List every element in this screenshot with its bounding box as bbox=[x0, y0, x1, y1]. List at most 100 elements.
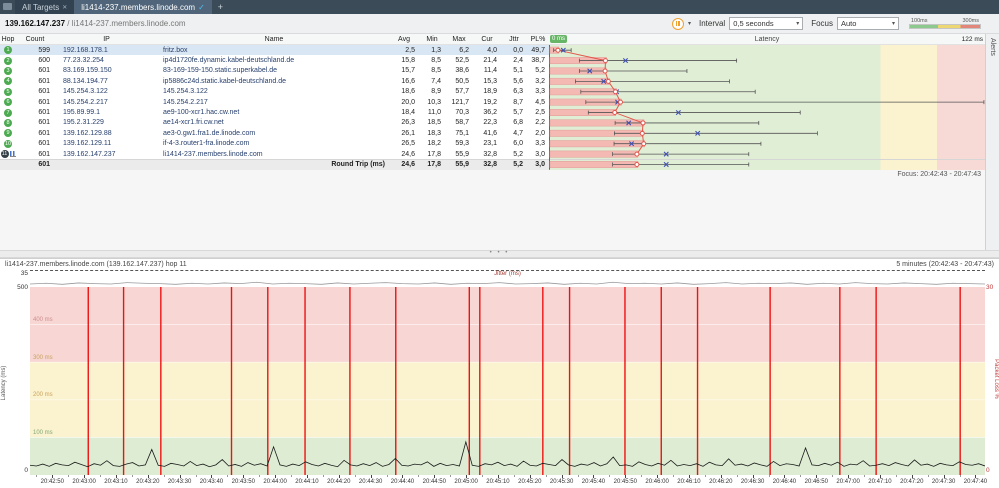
min-cell: 17,8 bbox=[427, 161, 441, 169]
hop-cell: 7 bbox=[0, 107, 16, 117]
latency-cell bbox=[549, 160, 985, 170]
time-tick bbox=[943, 474, 945, 479]
jitter-max-label: 35 bbox=[20, 269, 28, 277]
latency-cell bbox=[549, 107, 985, 118]
time-label: 20:47:10 bbox=[868, 478, 892, 485]
time-label: 20:42:50 bbox=[40, 478, 64, 485]
latency-max-label: 500 bbox=[17, 283, 28, 291]
min-cell: 10,3 bbox=[427, 98, 441, 106]
focus-select[interactable]: Auto ▾ bbox=[837, 17, 899, 30]
jttr-cell: 5,1 bbox=[513, 67, 523, 75]
time-tick bbox=[529, 474, 531, 479]
table-row[interactable]: 4 601 88.134.194.77 ip5886c24d.static.kabel… bbox=[0, 76, 985, 87]
col-header-hop[interactable]: Hop bbox=[0, 34, 16, 44]
table-row[interactable]: 10 601 139.162.129.11 if-4-3.router1-fra.li… bbox=[0, 138, 985, 149]
scale-gradient-bar bbox=[909, 24, 981, 29]
graph-indicator-icon bbox=[9, 151, 16, 158]
col-header-latency[interactable]: 0 ms Latency 122 ms bbox=[549, 34, 985, 44]
table-row[interactable]: 1 599 192.168.178.1 fritz.box 2,5 1,3 6,2 4,0 0,… bbox=[0, 45, 985, 56]
target-ip: 139.162.147.237 bbox=[5, 19, 66, 28]
col-header-max[interactable]: Max bbox=[445, 34, 473, 44]
ip-cell: 139.162.147.237 bbox=[63, 150, 116, 158]
minor-tick bbox=[100, 474, 102, 477]
timeline-range-label: 5 minutes (20:42:43 - 20:47:43) bbox=[896, 260, 994, 268]
minor-tick bbox=[577, 474, 579, 477]
minor-tick bbox=[131, 474, 133, 477]
table-row[interactable]: 7 601 195.89.99.1 ae9-100-xcr1.hac.cw.net 18… bbox=[0, 107, 985, 118]
latency-scale-widget[interactable]: 100ms 300ms bbox=[909, 18, 981, 29]
jttr-cell: 8,7 bbox=[513, 98, 523, 106]
time-label: 20:43:00 bbox=[72, 478, 96, 485]
jttr-cell: 5,7 bbox=[513, 109, 523, 117]
minor-tick bbox=[163, 474, 165, 477]
hop-badge: 8 bbox=[4, 118, 12, 127]
hop-badge: 1 bbox=[4, 46, 12, 55]
col-header-avg[interactable]: Avg bbox=[389, 34, 419, 44]
gridline-label: 200 ms bbox=[33, 392, 53, 399]
ip-cell: 83.169.159.150 bbox=[63, 67, 112, 75]
table-row[interactable]: 8 601 195.2.31.229 ae14-xcr1.fri.cw.net 26,3… bbox=[0, 117, 985, 129]
table-row[interactable]: 11 601 139.162.147.237 li1414-237.members.l… bbox=[0, 148, 985, 160]
alerts-tab[interactable]: Alerts bbox=[985, 34, 999, 250]
interval-select[interactable]: 0,5 seconds ▾ bbox=[729, 17, 804, 30]
col-header-ip[interactable]: IP bbox=[54, 34, 159, 44]
target-title: 139.162.147.237 / li1414-237.members.lin… bbox=[5, 19, 186, 28]
max-cell: 70,3 bbox=[455, 109, 469, 117]
time-tick bbox=[84, 474, 86, 479]
avg-cell: 26,1 bbox=[401, 129, 415, 137]
table-row[interactable]: 5 601 145.254.3.122 145.254.3.122 18,6 8,9 57,… bbox=[0, 86, 985, 97]
hop-cell: 4 bbox=[0, 76, 16, 86]
col-header-pl[interactable]: PL% bbox=[527, 34, 549, 44]
latency-axis-label: Latency (ms) bbox=[1, 365, 7, 401]
pl-cell: 3,2 bbox=[535, 77, 545, 85]
col-header-name[interactable]: Name bbox=[159, 34, 389, 44]
hop-rows: 1 599 192.168.178.1 fritz.box 2,5 1,3 6,2 4,0 0,… bbox=[0, 45, 985, 160]
count-cell: 599 bbox=[16, 45, 54, 56]
time-tick bbox=[720, 474, 722, 479]
minor-tick bbox=[227, 474, 229, 477]
pause-button[interactable] bbox=[671, 17, 684, 30]
tab-target[interactable]: li1414-237.members.linode.com ✓ bbox=[74, 0, 212, 14]
max-cell: 38,6 bbox=[455, 67, 469, 75]
count-cell: 601 bbox=[38, 150, 50, 158]
timeline-body: 35 500 0 Latency (ms) Jitter (ms) 400 ms… bbox=[0, 269, 999, 488]
name-cell: 83-169-159-150.static.superkabel.de bbox=[163, 67, 278, 75]
table-row[interactable]: 3 601 83.169.159.150 83-169-159-150.static.… bbox=[0, 65, 985, 77]
latency-cell bbox=[549, 86, 985, 97]
table-row[interactable]: 2 600 77.23.32.254 ip4d1720fe.dynamic.kabel… bbox=[0, 55, 985, 66]
close-tab-icon[interactable]: ✕ bbox=[62, 4, 67, 11]
col-header-cur[interactable]: Cur bbox=[473, 34, 501, 44]
ip-cell: 195.89.99.1 bbox=[63, 109, 100, 117]
min-cell: 7,4 bbox=[431, 77, 441, 85]
avg-cell: 26,3 bbox=[401, 119, 415, 127]
time-tick bbox=[179, 474, 181, 479]
pl-cell: 2,0 bbox=[535, 129, 545, 137]
minor-tick bbox=[832, 474, 834, 477]
cur-cell: 15,3 bbox=[483, 77, 497, 85]
time-tick bbox=[561, 474, 563, 479]
time-label: 20:43:10 bbox=[104, 478, 128, 485]
time-label: 20:44:50 bbox=[422, 478, 446, 485]
table-row[interactable]: 9 601 139.162.129.88 ae3-0.gw1.fra1.de.lino… bbox=[0, 128, 985, 139]
time-label: 20:45:50 bbox=[613, 478, 637, 485]
name-cell: ae3-0.gw1.fra1.de.linode.com bbox=[163, 129, 256, 137]
timeline-plot[interactable]: 400 ms 300 ms 200 ms 100 ms bbox=[30, 286, 985, 475]
latency-cell bbox=[549, 55, 985, 66]
round-trip-label: Round Trip (ms) bbox=[331, 161, 385, 169]
time-tick bbox=[211, 474, 213, 479]
pane-splitter[interactable]: • • • bbox=[0, 249, 999, 258]
time-label: 20:47:40 bbox=[963, 478, 988, 485]
time-label: 20:45:10 bbox=[486, 478, 510, 485]
minor-tick bbox=[673, 474, 675, 477]
col-header-count[interactable]: Count bbox=[16, 34, 54, 44]
table-row[interactable]: 6 601 145.254.2.217 145.254.2.217 20,0 10,3 12… bbox=[0, 96, 985, 108]
col-header-min[interactable]: Min bbox=[419, 34, 445, 44]
interval-label: Interval bbox=[698, 19, 726, 28]
new-tab-button[interactable]: + bbox=[212, 0, 229, 14]
pause-dropdown-icon[interactable]: ▾ bbox=[688, 20, 691, 27]
scale-max-label: 122 ms bbox=[961, 35, 983, 43]
tab-all-targets[interactable]: All Targets ✕ bbox=[15, 0, 75, 14]
min-cell: 8,5 bbox=[431, 67, 441, 75]
jitter-trace bbox=[30, 281, 985, 285]
col-header-jttr[interactable]: Jttr bbox=[501, 34, 527, 44]
